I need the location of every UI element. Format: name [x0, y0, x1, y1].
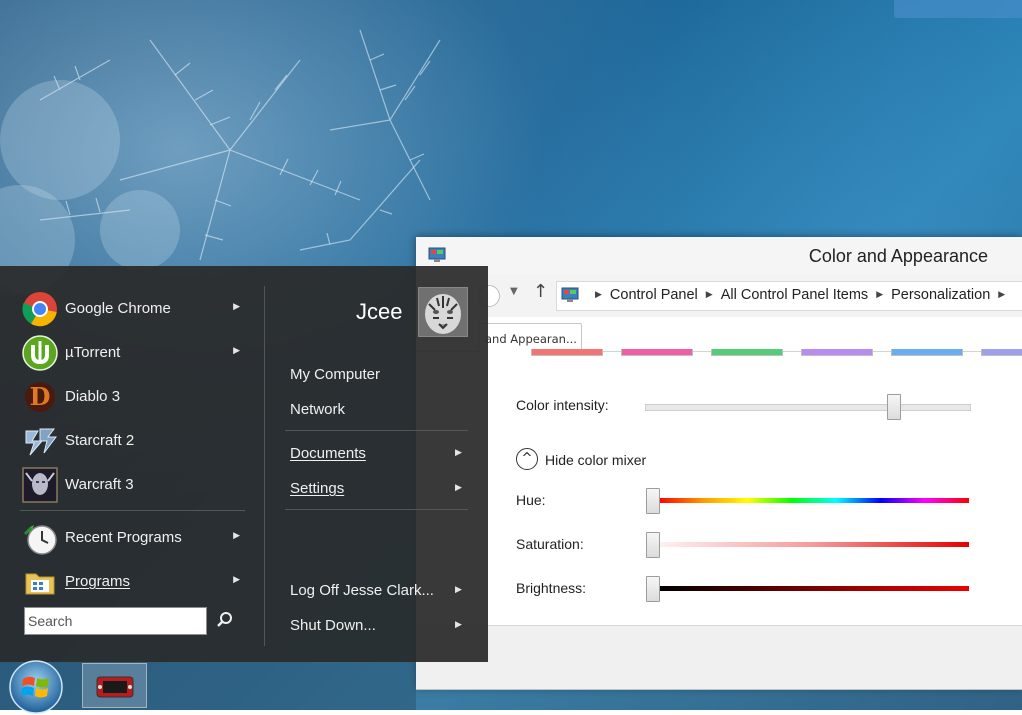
start-menu-programs-pane: Google Chrome ▶ µTorrent ▶ D Diablo 3 St…: [0, 266, 264, 662]
start-item-google-chrome[interactable]: Google Chrome ▶: [22, 288, 252, 328]
color-swatch[interactable]: [531, 349, 603, 356]
saturation-slider-thumb[interactable]: [646, 532, 660, 558]
avatar[interactable]: [418, 287, 468, 337]
chevron-right-icon[interactable]: ▶: [595, 289, 602, 300]
saturation-label: Saturation:: [516, 536, 584, 552]
chevron-right-icon: ▶: [233, 346, 240, 356]
user-name: Jcee: [356, 299, 403, 324]
start-item-warcraft-3[interactable]: Warcraft 3: [22, 464, 252, 504]
chevron-right-icon[interactable]: ▶: [706, 289, 713, 300]
start-item-label: µTorrent: [65, 344, 121, 361]
saturation-slider[interactable]: [659, 542, 969, 547]
breadcrumb: ▶ Control Panel ▶ All Control Panel Items ▶ P…: [587, 287, 1013, 303]
address-field[interactable]: ▶ Control Panel ▶ All Control Panel Items ▶ P…: [556, 281, 1022, 311]
start-item-label: Warcraft 3: [65, 476, 134, 493]
color-appearance-window: Color and Appearance ▼ ↑ ▶ Control Panel ▶…: [416, 237, 1022, 690]
media-player-device-icon: [96, 676, 134, 698]
divider: [285, 509, 468, 510]
recent-locations-chevron-down-icon[interactable]: ▼: [510, 286, 518, 297]
control-panel-icon: [428, 247, 446, 262]
hide-color-mixer-link[interactable]: Hide color mixer: [545, 452, 646, 468]
address-bar: ▼ ↑ ▶ Control Panel ▶ All Control Panel Ite…: [416, 275, 1022, 318]
svg-text:D: D: [30, 382, 51, 411]
color-swatch[interactable]: [891, 349, 963, 356]
start-item-label: Starcraft 2: [65, 432, 135, 449]
start-link-settings[interactable]: Settings: [290, 480, 344, 497]
start-item-utorrent[interactable]: µTorrent ▶: [22, 332, 252, 372]
log-off-button[interactable]: Log Off Jesse Clark...: [290, 582, 434, 599]
color-intensity-label: Color intensity:: [516, 397, 609, 413]
tab-strip: and Appearan...: [416, 317, 1022, 352]
brightness-slider-thumb[interactable]: [646, 576, 660, 602]
window-bottom-edge: [416, 689, 1022, 710]
start-link-my-computer[interactable]: My Computer: [290, 366, 380, 383]
shut-down-button[interactable]: Shut Down...: [290, 617, 376, 634]
start-item-diablo-3[interactable]: D Diablo 3: [22, 376, 252, 416]
divider: [285, 430, 468, 431]
divider: [264, 286, 265, 646]
chevron-right-icon: ▶: [233, 575, 240, 585]
search-input[interactable]: [28, 609, 203, 633]
chrome-icon: [22, 292, 57, 327]
windows-start-button[interactable]: [8, 659, 64, 715]
start-item-starcraft-2[interactable]: Starcraft 2: [22, 420, 252, 460]
hue-label: Hue:: [516, 492, 546, 508]
chevron-right-icon: ▶: [455, 585, 462, 595]
window-footer: [416, 625, 1022, 690]
start-menu: Google Chrome ▶ µTorrent ▶ D Diablo 3 St…: [0, 266, 488, 662]
chevron-right-icon[interactable]: ▶: [998, 289, 1005, 300]
breadcrumb-all-control-panel-items[interactable]: All Control Panel Items: [721, 287, 868, 303]
utorrent-icon: [22, 335, 58, 371]
start-item-label: Google Chrome: [65, 300, 171, 317]
warcraft-icon: [22, 467, 58, 503]
brightness-slider[interactable]: [659, 586, 969, 591]
start-item-programs[interactable]: Programs ▶: [22, 561, 252, 601]
color-swatch[interactable]: [981, 349, 1022, 356]
color-intensity-slider[interactable]: [645, 404, 971, 411]
color-swatch[interactable]: [621, 349, 693, 356]
start-link-documents[interactable]: Documents: [290, 445, 366, 462]
start-item-label: Programs: [65, 573, 131, 590]
starcraft-icon: [25, 428, 57, 456]
up-arrow-icon[interactable]: ↑: [533, 281, 548, 302]
color-swatch[interactable]: [711, 349, 783, 356]
chevron-up-icon[interactable]: ^: [516, 448, 538, 470]
diablo-icon: D: [25, 382, 55, 412]
window-titlebar[interactable]: Color and Appearance: [416, 237, 1022, 275]
divider: [20, 510, 245, 511]
chevron-right-icon: ▶: [455, 620, 462, 630]
hue-slider-thumb[interactable]: [646, 488, 660, 514]
start-item-recent-programs[interactable]: Recent Programs ▶: [22, 517, 252, 557]
chevron-right-icon: ▶: [455, 448, 462, 458]
tab-color-and-appearance[interactable]: and Appearan...: [478, 323, 582, 352]
window-title: Color and Appearance: [808, 246, 988, 266]
search-icon[interactable]: [216, 611, 234, 629]
hue-slider[interactable]: [659, 498, 969, 503]
color-swatch[interactable]: [801, 349, 873, 356]
control-panel-icon: [561, 287, 579, 302]
search-box: [24, 607, 207, 635]
taskbar-app-button[interactable]: [82, 663, 147, 708]
start-link-network[interactable]: Network: [290, 401, 345, 418]
desktop-gadget[interactable]: [894, 0, 1022, 18]
breadcrumb-personalization[interactable]: Personalization: [891, 287, 990, 303]
start-item-label: Diablo 3: [65, 388, 121, 405]
chevron-right-icon: ▶: [233, 302, 240, 312]
brightness-label: Brightness:: [516, 580, 587, 596]
programs-folder-icon: [25, 573, 55, 595]
breadcrumb-control-panel[interactable]: Control Panel: [610, 287, 698, 303]
chevron-right-icon[interactable]: ▶: [876, 289, 883, 300]
chevron-right-icon: ▶: [233, 531, 240, 541]
chevron-right-icon: ▶: [455, 483, 462, 493]
tab-label: and Appearan...: [485, 332, 577, 346]
start-item-label: Recent Programs: [65, 529, 182, 546]
recent-programs-clock-icon: [23, 525, 57, 555]
color-intensity-slider-thumb[interactable]: [886, 394, 901, 420]
